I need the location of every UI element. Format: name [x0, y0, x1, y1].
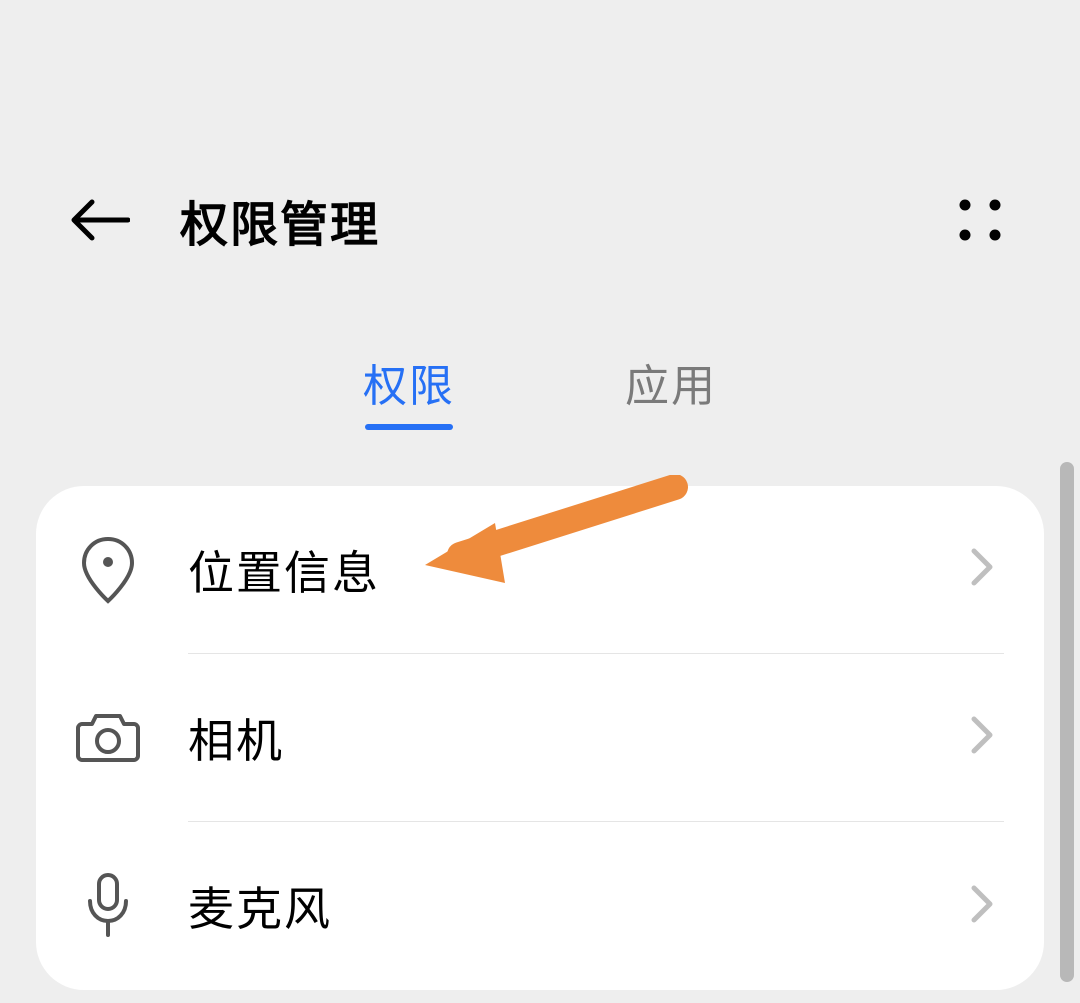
list-item-label: 位置信息: [188, 537, 380, 603]
chevron-right-icon: [970, 715, 994, 760]
tab-permissions[interactable]: 权限: [363, 350, 455, 426]
grid-dots-icon: [957, 197, 1003, 243]
tabs: 权限 应用: [0, 275, 1080, 486]
list-item-label: 麦克风: [188, 873, 332, 939]
arrow-left-icon: [70, 198, 130, 242]
list-item-camera[interactable]: 相机: [36, 654, 1044, 822]
chevron-right-icon: [970, 547, 994, 592]
tab-applications[interactable]: 应用: [625, 350, 717, 426]
list-item-location[interactable]: 位置信息: [36, 486, 1044, 654]
list-item-label: 相机: [188, 705, 284, 771]
back-button[interactable]: [70, 195, 130, 245]
list-item-microphone[interactable]: 麦克风: [36, 822, 1044, 990]
permissions-list: 位置信息 相机: [36, 486, 1044, 990]
location-icon: [76, 538, 140, 602]
camera-icon: [76, 706, 140, 770]
microphone-icon: [76, 874, 140, 938]
page-title: 权限管理: [180, 185, 380, 255]
chevron-right-icon: [970, 884, 994, 929]
menu-button[interactable]: [950, 190, 1010, 250]
header: 权限管理: [0, 0, 1080, 275]
scrollbar[interactable]: [1060, 462, 1074, 982]
